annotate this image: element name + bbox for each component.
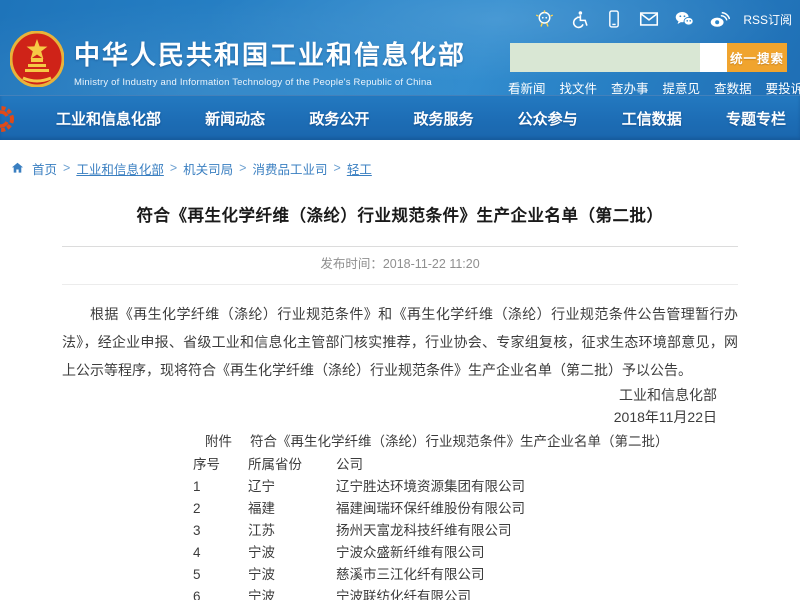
breadcrumb: 首页 > 工业和信息化部 > 机关司局 > 消费品工业司 > 轻工 xyxy=(0,140,800,179)
rss-link[interactable]: RSS订阅 xyxy=(743,11,792,28)
cell-province: 宁波 xyxy=(248,564,336,586)
search-input[interactable] xyxy=(510,43,700,72)
publish-time-label: 发布时间： xyxy=(320,257,383,271)
site-logo-link[interactable]: 中华人民共和国工业和信息化部 Ministry of Industry and … xyxy=(74,35,466,88)
mobile-icon[interactable] xyxy=(603,8,625,30)
gov-gear-icon xyxy=(0,103,17,135)
cell-province: 宁波 xyxy=(248,586,336,600)
article: 符合《再生化学纤维（涤纶）行业规范条件》生产企业名单（第二批） 发布时间：201… xyxy=(0,203,800,600)
title-divider xyxy=(62,246,738,247)
cell-no: 4 xyxy=(193,542,248,564)
table-row: 4 宁波 宁波众盛新纤维有限公司 xyxy=(193,542,738,564)
cell-company: 慈溪市三江化纤有限公司 xyxy=(336,564,738,586)
attachment-title: 符合《再生化学纤维（涤纶）行业规范条件》生产企业名单（第二批） xyxy=(250,434,669,449)
cell-company: 辽宁胜达环境资源集团有限公司 xyxy=(336,476,738,498)
table-row: 3 江苏 扬州天富龙科技纤维有限公司 xyxy=(193,520,738,542)
breadcrumb-separator: > xyxy=(63,161,70,175)
sign-date: 2018年11月22日 xyxy=(62,406,738,428)
col-header-province: 所属省份 xyxy=(248,454,336,476)
article-paragraph: 根据《再生化学纤维（涤纶）行业规范条件》和《再生化学纤维（涤纶）行业规范条件公告… xyxy=(62,300,738,384)
breadcrumb-separator: > xyxy=(334,161,341,175)
publish-time-row: 发布时间：2018-11-22 11:20 xyxy=(62,256,738,273)
breadcrumb-item-departments[interactable]: 机关司局 xyxy=(183,159,233,178)
accessibility-icon[interactable] xyxy=(568,8,590,30)
col-header-no: 序号 xyxy=(193,454,248,476)
nav-item-gov-disclosure[interactable]: 政务公开 xyxy=(309,108,369,129)
mail-icon[interactable] xyxy=(638,8,660,30)
search-bar: 统一搜索 xyxy=(510,43,787,72)
cell-province: 宁波 xyxy=(248,542,336,564)
attachment-line: 附件 符合《再生化学纤维（涤纶）行业规范条件》生产企业名单（第二批） xyxy=(205,432,738,452)
cell-company: 宁波众盛新纤维有限公司 xyxy=(336,542,738,564)
page-content: 首页 > 工业和信息化部 > 机关司局 > 消费品工业司 > 轻工 符合《再生化… xyxy=(0,140,800,600)
weibo-icon[interactable] xyxy=(708,8,730,30)
cell-no: 1 xyxy=(193,476,248,498)
table-row: 6 宁波 宁波联纺化纤有限公司 xyxy=(193,586,738,600)
signer: 工业和信息化部 xyxy=(62,384,738,406)
cell-province: 江苏 xyxy=(248,520,336,542)
breadcrumb-home[interactable]: 首页 xyxy=(32,159,57,178)
cell-no: 2 xyxy=(193,498,248,520)
nav-item-public-participation[interactable]: 公众参与 xyxy=(518,108,578,129)
meta-divider xyxy=(62,284,738,285)
nav-item-miit-data[interactable]: 工信数据 xyxy=(622,108,682,129)
site-subtitle: Ministry of Industry and Information Tec… xyxy=(74,77,466,88)
national-emblem xyxy=(10,31,64,87)
cell-province: 福建 xyxy=(248,498,336,520)
table-row: 2 福建 福建闽瑞环保纤维股份有限公司 xyxy=(193,498,738,520)
cell-province: 辽宁 xyxy=(248,476,336,498)
main-nav: 工业和信息化部 新闻动态 政务公开 政务服务 公众参与 工信数据 专题专栏 xyxy=(0,95,800,140)
breadcrumb-item-light-industry[interactable]: 轻工 xyxy=(347,159,372,178)
site-title: 中华人民共和国工业和信息化部 xyxy=(74,35,466,72)
publish-time-value: 2018-11-22 11:20 xyxy=(383,257,480,271)
col-header-company: 公司 xyxy=(336,454,738,476)
table-header-row: 序号 所属省份 公司 xyxy=(193,454,738,476)
top-icon-bar: RSS订阅 xyxy=(533,8,792,30)
breadcrumb-item-miit[interactable]: 工业和信息化部 xyxy=(76,159,164,178)
nav-item-miit[interactable]: 工业和信息化部 xyxy=(56,108,161,129)
cell-no: 5 xyxy=(193,564,248,586)
nav-item-news[interactable]: 新闻动态 xyxy=(205,108,265,129)
search-input-gap xyxy=(700,43,727,72)
nav-item-gov-services[interactable]: 政务服务 xyxy=(413,108,473,129)
search-button[interactable]: 统一搜索 xyxy=(727,43,787,72)
table-row: 5 宁波 慈溪市三江化纤有限公司 xyxy=(193,564,738,586)
cell-no: 6 xyxy=(193,586,248,600)
cell-company: 扬州天富龙科技纤维有限公司 xyxy=(336,520,738,542)
site-header: 中华人民共和国工业和信息化部 Ministry of Industry and … xyxy=(0,0,800,95)
article-title: 符合《再生化学纤维（涤纶）行业规范条件》生产企业名单（第二批） xyxy=(62,203,738,229)
cell-company: 福建闽瑞环保纤维股份有限公司 xyxy=(336,498,738,520)
breadcrumb-separator: > xyxy=(170,161,177,175)
breadcrumb-item-consumer-goods[interactable]: 消费品工业司 xyxy=(252,159,327,178)
cell-no: 3 xyxy=(193,520,248,542)
cell-company: 宁波联纺化纤有限公司 xyxy=(336,586,738,600)
mascot-icon[interactable] xyxy=(533,8,555,30)
attachment-label: 附件 xyxy=(205,434,232,449)
enterprise-table: 序号 所属省份 公司 1 辽宁 辽宁胜达环境资源集团有限公司 2 福建 福建闽瑞… xyxy=(193,454,738,600)
table-row: 1 辽宁 辽宁胜达环境资源集团有限公司 xyxy=(193,476,738,498)
wechat-icon[interactable] xyxy=(673,8,695,30)
home-icon[interactable] xyxy=(10,161,25,175)
nav-item-special-topics[interactable]: 专题专栏 xyxy=(726,108,786,129)
breadcrumb-separator: > xyxy=(239,161,246,175)
